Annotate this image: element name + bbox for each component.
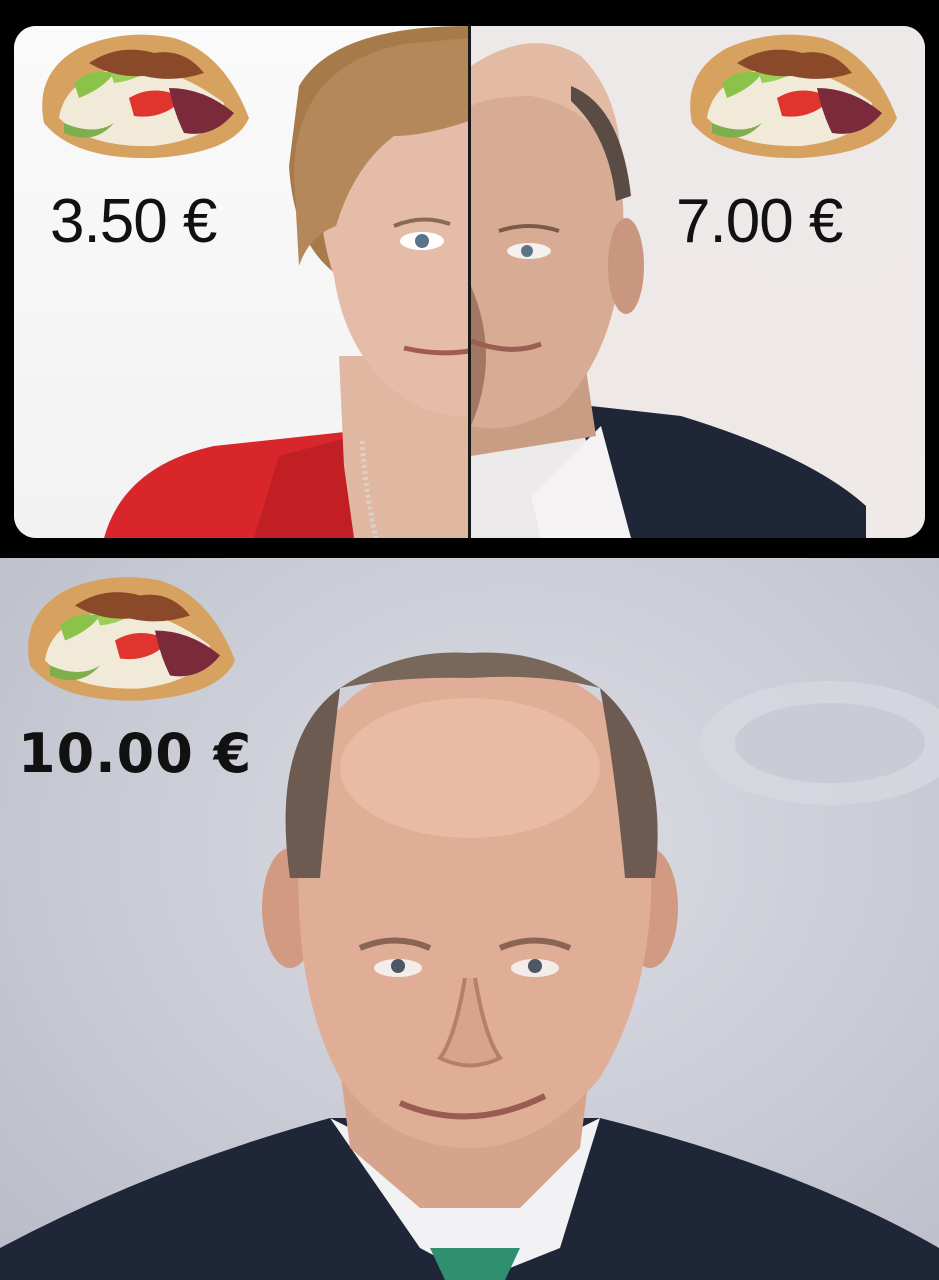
kebab-image-right <box>690 34 897 159</box>
price-right: 7.00 € <box>676 187 843 256</box>
price-left: 3.50 € <box>50 187 217 256</box>
top-panel: 3.50 € 7.00 € <box>14 26 925 538</box>
kebab-image-bottom <box>28 577 235 701</box>
center-divider <box>468 26 471 538</box>
bottom-panel: 10.00 € <box>0 558 939 1280</box>
kebab-image-left <box>42 34 249 159</box>
meme-image: 3.50 € 7.00 € 10.00 € <box>0 0 939 1280</box>
price-bottom: 10.00 € <box>18 722 253 785</box>
